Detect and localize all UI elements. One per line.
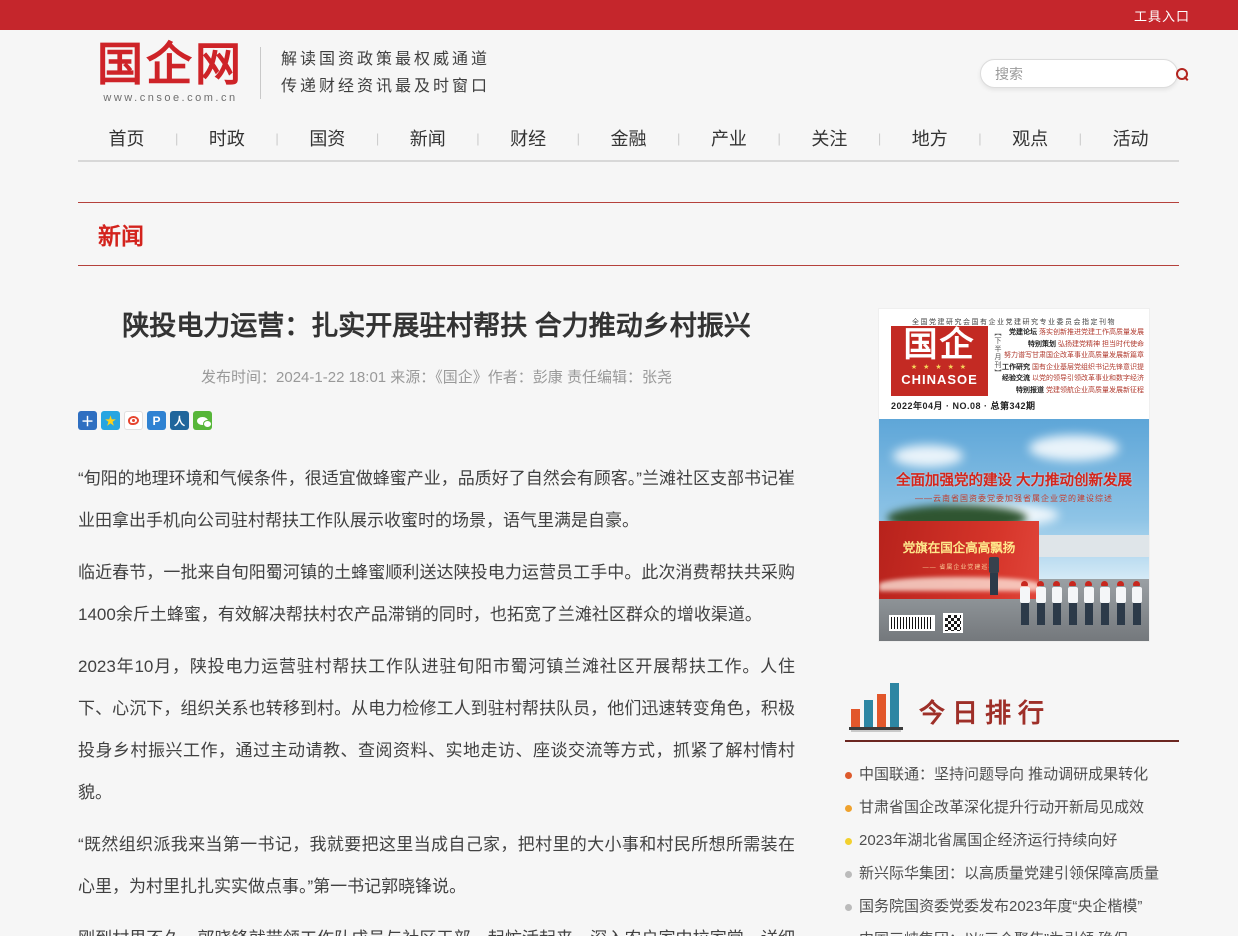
site-logo[interactable]: 国企网 www.cnsoe.com.cn	[97, 42, 244, 104]
magazine-logo-stars: ★ ★ ★ ★ ★	[891, 364, 988, 372]
main-content: 陕投电力运营：扎实开展驻村帮扶 合力推动乡村振兴 发布时间：2024-1-22 …	[78, 308, 1179, 936]
bar-chart-icon	[849, 686, 903, 730]
header-divider	[260, 47, 261, 99]
top-utility-bar: 工具入口	[0, 0, 1238, 30]
ranking-item[interactable]: 国务院国资委党委发布2023年度“央企楷模”	[845, 890, 1179, 923]
ranking-item[interactable]: 中国三峡集团：以“三个聚焦”为引领 确保	[845, 923, 1179, 936]
tieba-icon[interactable]: P	[147, 411, 166, 430]
logo-text: 国企网	[97, 42, 244, 88]
magazine-logo: 国企 ★ ★ ★ ★ ★ CHINASOE	[891, 326, 988, 396]
qr-code	[943, 613, 963, 633]
rank-bullet-3	[845, 838, 852, 845]
cloud-shape	[1029, 435, 1119, 461]
weibo-icon[interactable]	[124, 411, 143, 430]
rank-bullet-1	[845, 772, 852, 779]
site-header: 国企网 www.cnsoe.com.cn 解读国资政策最权威通道 传递财经资讯最…	[0, 30, 1238, 116]
qzone-icon[interactable]: ★	[101, 411, 120, 430]
nav-item-opinion[interactable]: 观点	[982, 125, 1079, 151]
site-taglines: 解读国资政策最权威通道 传递财经资讯最及时窗口	[281, 46, 490, 100]
cover-subtitle: ——云南省国资委党委加强省属企业党的建设综述	[879, 493, 1149, 504]
nav-item-politics[interactable]: 时政	[178, 125, 275, 151]
rank-bullet-2	[845, 805, 852, 812]
main-nav: 首页| 时政| 国资| 新闻| 财经| 金融| 产业| 关注| 地方| 观点| …	[78, 116, 1179, 162]
stage-wave	[879, 577, 1039, 591]
ranking-item[interactable]: 中国联通：坚持问题导向 推动调研成果转化	[845, 758, 1179, 791]
renren-icon[interactable]: 人	[170, 411, 189, 430]
article-meta: 发布时间：2024-1-22 18:01 来源：《国企》作者：彭康 责任编辑：张…	[78, 366, 795, 387]
section-title: 新闻	[98, 223, 144, 249]
feature-line: 工作研究国有企业基层党组织书记先锋意识提升的实现途径	[1002, 362, 1144, 374]
rank-bullet-4	[845, 871, 852, 878]
section-header: 新闻	[78, 202, 1179, 266]
sidebar: 全国党建研究会国有企业党建研究专业委员会指定刊物 国企 ★ ★ ★ ★ ★ CH…	[845, 308, 1179, 936]
paragraph: 刚到村里不久，郭晓锋就带领工作队成员与社区干部一起忙活起来，深入农户家中拉家常，…	[78, 918, 795, 936]
magazine-cover[interactable]: 全国党建研究会国有企业党建研究专业委员会指定刊物 国企 ★ ★ ★ ★ ★ CH…	[878, 308, 1150, 642]
building-shape	[1029, 535, 1149, 557]
tagline-2: 传递财经资讯最及时窗口	[281, 73, 490, 100]
article-body: “旬阳的地理环境和气候条件，很适宜做蜂蜜产业，品质好了自然会有顾客。”兰滩社区支…	[78, 458, 795, 936]
magazine-logo-en: CHINASOE	[891, 372, 988, 387]
today-ranking: 今日排行 中国联通：坚持问题导向 推动调研成果转化 甘肃省国企改革深化提升行动开…	[845, 686, 1179, 936]
feature-line: 特别策划弘扬建党精神 担当时代使命	[1002, 339, 1144, 351]
paragraph: “既然组织派我来当第一书记，我就要把这里当成自己家，把村里的大小事和村民所想所需…	[78, 824, 795, 908]
tagline-1: 解读国资政策最权威通道	[281, 46, 490, 73]
paragraph: “旬阳的地理环境和气候条件，很适宜做蜂蜜产业，品质好了自然会有顾客。”兰滩社区支…	[78, 458, 795, 542]
ranking-list: 中国联通：坚持问题导向 推动调研成果转化 甘肃省国企改革深化提升行动开新局见成效…	[845, 758, 1179, 936]
cover-photo: 全面加强党的建设 大力推动创新发展 ——云南省国资委党委加强省属企业党的建设综述…	[879, 419, 1149, 641]
ranking-title: 今日排行	[919, 693, 1051, 730]
rank-bullet-5	[845, 904, 852, 911]
person-figure	[1066, 581, 1079, 625]
magazine-logo-cn: 国企	[891, 328, 988, 364]
crowd	[1018, 581, 1143, 625]
wechat-icon[interactable]	[193, 411, 212, 430]
person-figure	[1114, 581, 1127, 625]
search-box	[980, 59, 1178, 88]
feature-line: 努力谱写甘肃国企改革事业高质量发展新篇章	[1002, 350, 1144, 362]
nav-item-home[interactable]: 首页	[78, 125, 175, 151]
person-figure	[1050, 581, 1063, 625]
logo-url: www.cnsoe.com.cn	[97, 92, 244, 104]
stage-slogan: 党旗在国企高高飘扬	[879, 537, 1039, 556]
nav-item-news[interactable]: 新闻	[379, 125, 476, 151]
nav-item-focus[interactable]: 关注	[781, 125, 878, 151]
cover-slogan: 全面加强党的建设 大力推动创新发展	[879, 469, 1149, 490]
nav-item-soe[interactable]: 国资	[279, 125, 376, 151]
ranking-item[interactable]: 新兴际华集团：以高质量党建引领保障高质量	[845, 857, 1179, 890]
feature-line: 经验交流以党的领导引领改革事业和数字经济高质量发展	[1002, 373, 1144, 385]
wechat-glyph	[197, 417, 208, 425]
speaker-figure	[987, 556, 1000, 595]
nav-item-events[interactable]: 活动	[1082, 125, 1179, 151]
magazine-issue: 2022年04月 · NO.08 · 总第342期	[891, 399, 1036, 412]
person-figure	[1018, 581, 1031, 625]
share-more-icon[interactable]: ＋	[78, 411, 97, 430]
feature-line: 党建论坛落实创新推进党建工作高质量发展	[1002, 327, 1144, 339]
stage-subtitle: —— 省属企业党建巡礼	[879, 562, 1039, 571]
tools-entry-link[interactable]: 工具入口	[1134, 6, 1190, 25]
person-figure	[1082, 581, 1095, 625]
ranking-header: 今日排行	[845, 686, 1179, 742]
article-column: 陕投电力运营：扎实开展驻村帮扶 合力推动乡村振兴 发布时间：2024-1-22 …	[78, 308, 795, 936]
cloud-shape	[893, 445, 963, 467]
person-figure	[1098, 581, 1111, 625]
share-bar: ＋ ★ P 人	[78, 411, 795, 430]
person-figure	[1034, 581, 1047, 625]
barcode	[889, 615, 935, 631]
magazine-feature-list: 党建论坛落实创新推进党建工作高质量发展 特别策划弘扬建党精神 担当时代使命 努力…	[1002, 327, 1144, 396]
article-title: 陕投电力运营：扎实开展驻村帮扶 合力推动乡村振兴	[78, 308, 795, 344]
weibo-glyph	[128, 416, 139, 425]
ranking-item[interactable]: 2023年湖北省属国企经济运行持续向好	[845, 824, 1179, 857]
search-input[interactable]	[981, 66, 1176, 82]
paragraph: 2023年10月，陕投电力运营驻村帮扶工作队进驻旬阳市蜀河镇兰滩社区开展帮扶工作…	[78, 646, 795, 814]
nav-item-banking[interactable]: 金融	[580, 125, 677, 151]
paragraph: 临近春节，一批来自旬阳蜀河镇的土蜂蜜顺利送达陕投电力运营员工手中。此次消费帮扶共…	[78, 552, 795, 636]
feature-line: 特别报道党建领航企业高质量发展新征程	[1002, 385, 1144, 397]
person-figure	[1130, 581, 1143, 625]
nav-item-finance[interactable]: 财经	[480, 125, 577, 151]
magazine-edition: 【下半月刊】	[992, 329, 1002, 377]
ranking-item[interactable]: 甘肃省国企改革深化提升行动开新局见成效	[845, 791, 1179, 824]
nav-item-local[interactable]: 地方	[881, 125, 978, 151]
search-icon[interactable]	[1176, 68, 1188, 80]
nav-item-industry[interactable]: 产业	[680, 125, 777, 151]
